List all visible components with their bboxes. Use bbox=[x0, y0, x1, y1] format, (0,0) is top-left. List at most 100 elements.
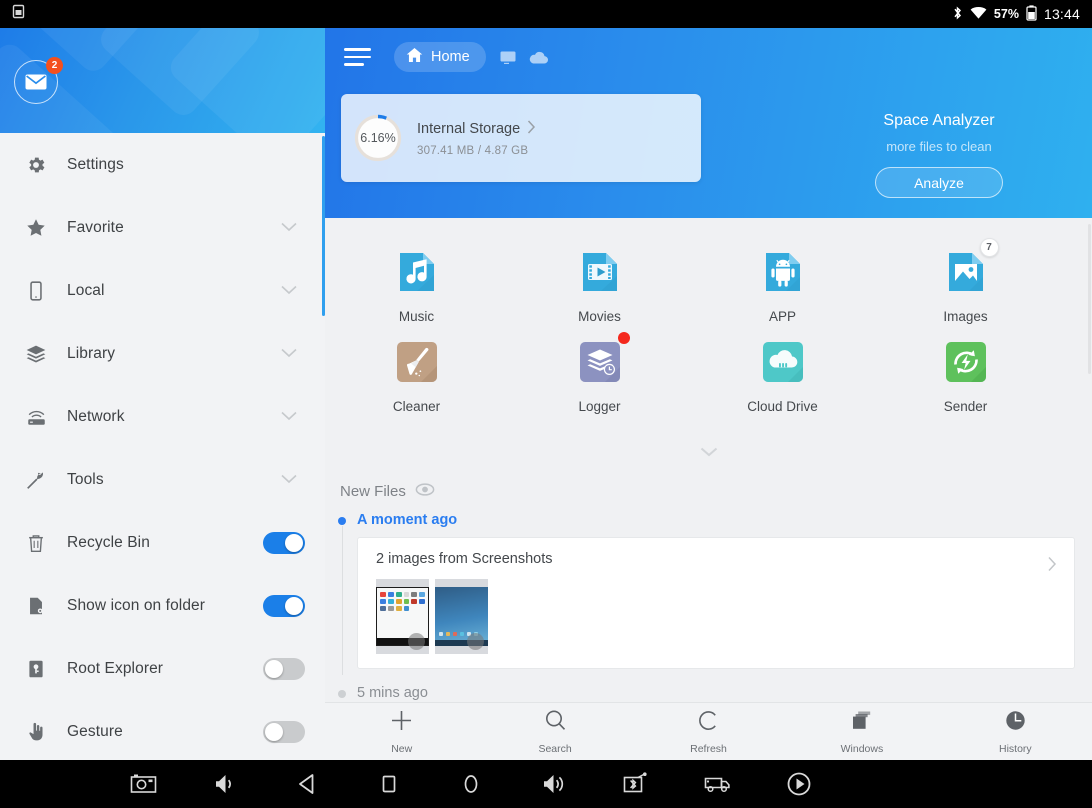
chevron-down-icon[interactable] bbox=[281, 219, 297, 237]
show-icon-on-folder-toggle[interactable] bbox=[263, 594, 305, 617]
space-analyzer-title: Space Analyzer bbox=[883, 112, 995, 129]
battery-icon bbox=[1026, 4, 1037, 24]
cloud-icon[interactable] bbox=[529, 51, 548, 64]
chevron-right-icon[interactable] bbox=[527, 119, 536, 138]
toolbar-history[interactable]: History bbox=[939, 708, 1092, 755]
status-clock: 13:44 bbox=[1043, 6, 1080, 22]
toolbar-label: Search bbox=[538, 743, 572, 755]
toolbar-label: Windows bbox=[840, 743, 884, 755]
status-right-icons: 57% 13:44 bbox=[952, 4, 1080, 24]
avatar-badge: 2 bbox=[46, 57, 63, 74]
avatar[interactable]: 2 bbox=[14, 57, 63, 104]
main-scrollbar[interactable] bbox=[1088, 224, 1091, 374]
timeline-group: A moment ago 2 images from Screenshots bbox=[338, 512, 1092, 675]
new-files-card[interactable]: 2 images from Screenshots bbox=[357, 537, 1075, 669]
images-badge: 7 bbox=[979, 238, 999, 257]
sidebar-item-root-explorer[interactable]: Root Explorer bbox=[0, 637, 325, 700]
toolbar-search[interactable]: Search bbox=[478, 708, 631, 755]
sidebar-item-gesture[interactable]: Gesture bbox=[0, 700, 325, 760]
router-icon bbox=[22, 403, 50, 431]
grid-item-cloud-drive[interactable]: Cloud Drive bbox=[691, 336, 874, 414]
window-icon[interactable] bbox=[500, 51, 516, 64]
sidebar-item-network[interactable]: Network bbox=[0, 385, 325, 448]
thumbnail-screenshot-1[interactable] bbox=[376, 579, 429, 654]
sender-icon bbox=[940, 336, 992, 388]
sidebar: 2 Settings Favorite Local Library Networ… bbox=[0, 28, 325, 760]
sidebar-item-library[interactable]: Library bbox=[0, 322, 325, 385]
grid-item-cleaner[interactable]: Cleaner bbox=[325, 336, 508, 414]
root-explorer-toggle[interactable] bbox=[263, 657, 305, 680]
log-stack-icon bbox=[574, 332, 630, 388]
sidebar-item-recycle-bin[interactable]: Recycle Bin bbox=[0, 511, 325, 574]
toolbar-label: New bbox=[391, 743, 413, 755]
timeline-line bbox=[341, 526, 343, 675]
toolbar-new[interactable]: New bbox=[325, 708, 478, 755]
grid-item-images[interactable]: 7 Images bbox=[874, 238, 1057, 324]
back-icon[interactable] bbox=[292, 769, 322, 799]
grid-expand-button[interactable] bbox=[325, 444, 1092, 462]
toolbar-refresh[interactable]: Refresh bbox=[632, 708, 785, 755]
grid-item-movies[interactable]: Movies bbox=[508, 246, 691, 324]
chevron-down-icon[interactable] bbox=[281, 408, 297, 426]
new-files-timeline: A moment ago 2 images from Screenshots 5… bbox=[325, 512, 1092, 724]
volume-up-icon[interactable] bbox=[538, 769, 568, 799]
power-icon[interactable] bbox=[456, 769, 486, 799]
screenshot-icon bbox=[12, 4, 25, 24]
gesture-toggle[interactable] bbox=[263, 720, 305, 743]
image-file-icon: 7 bbox=[940, 238, 999, 298]
star-icon bbox=[22, 214, 50, 242]
grid-item-app[interactable]: APP bbox=[691, 246, 874, 324]
recycle-bin-toggle[interactable] bbox=[263, 531, 305, 554]
analyze-button[interactable]: Analyze bbox=[875, 167, 1003, 198]
grid-item-logger[interactable]: Logger bbox=[508, 332, 691, 414]
grid-item-label: Images bbox=[943, 309, 988, 324]
grid-item-sender[interactable]: Sender bbox=[874, 336, 1057, 414]
grid-item-label: Cloud Drive bbox=[747, 399, 818, 414]
chevron-down-icon bbox=[700, 444, 718, 462]
main-content: Home 6.16% Internal Storage 307.41 MB / … bbox=[325, 28, 1092, 760]
truck-icon[interactable] bbox=[702, 769, 732, 799]
sidebar-item-label: Show icon on folder bbox=[67, 596, 206, 614]
sidebar-item-settings[interactable]: Settings bbox=[0, 133, 325, 196]
chevron-down-icon[interactable] bbox=[281, 471, 297, 489]
phone-icon bbox=[22, 277, 50, 305]
chevron-right-icon[interactable] bbox=[1047, 556, 1057, 577]
space-analyzer-panel: Space Analyzer more files to clean Analy… bbox=[814, 112, 1064, 198]
sidebar-header: 2 bbox=[0, 28, 325, 133]
recents-icon[interactable] bbox=[374, 769, 404, 799]
camera-icon[interactable] bbox=[128, 769, 158, 799]
internal-storage-card[interactable]: 6.16% Internal Storage 307.41 MB / 4.87 … bbox=[341, 94, 701, 182]
windows-stack-icon bbox=[849, 708, 874, 738]
sidebar-menu: Settings Favorite Local Library Network … bbox=[0, 133, 325, 760]
sidebar-item-favorite[interactable]: Favorite bbox=[0, 196, 325, 259]
grid-item-music[interactable]: Music bbox=[325, 246, 508, 324]
grid-item-label: APP bbox=[768, 309, 796, 324]
battery-percent-label: 57% bbox=[993, 7, 1019, 21]
android-nav-bar bbox=[0, 760, 1092, 808]
root-icon bbox=[22, 655, 50, 683]
eye-icon[interactable] bbox=[415, 483, 435, 500]
timeline-time-label: 5 mins ago bbox=[357, 685, 428, 701]
chevron-down-icon[interactable] bbox=[281, 345, 297, 363]
app-window: 2 Settings Favorite Local Library Networ… bbox=[0, 28, 1092, 760]
space-analyzer-subtitle: more files to clean bbox=[886, 139, 992, 154]
storage-usage-ring: 6.16% bbox=[353, 113, 403, 163]
timeline-bullet bbox=[338, 517, 346, 525]
toolbar-windows[interactable]: Windows bbox=[785, 708, 938, 755]
tab-home[interactable]: Home bbox=[394, 42, 486, 72]
plus-icon bbox=[389, 708, 414, 738]
sidebar-item-tools[interactable]: Tools bbox=[0, 448, 325, 511]
search-icon bbox=[543, 708, 568, 738]
thumbnail-screenshot-2[interactable] bbox=[435, 579, 488, 654]
chevron-down-icon[interactable] bbox=[281, 282, 297, 300]
sidebar-item-show-icon-on-folder[interactable]: Show icon on folder bbox=[0, 574, 325, 637]
hamburger-icon[interactable] bbox=[344, 46, 374, 68]
play-icon[interactable] bbox=[784, 769, 814, 799]
storage-text: Internal Storage 307.41 MB / 4.87 GB bbox=[417, 119, 536, 157]
volume-down-icon[interactable] bbox=[210, 769, 240, 799]
bluetooth-transfer-icon[interactable] bbox=[620, 769, 650, 799]
grid-row: Music Movies APP 7 Images bbox=[325, 238, 1092, 324]
grid-item-label: Movies bbox=[578, 309, 621, 324]
sidebar-item-label: Library bbox=[67, 344, 116, 362]
sidebar-item-local[interactable]: Local bbox=[0, 259, 325, 322]
